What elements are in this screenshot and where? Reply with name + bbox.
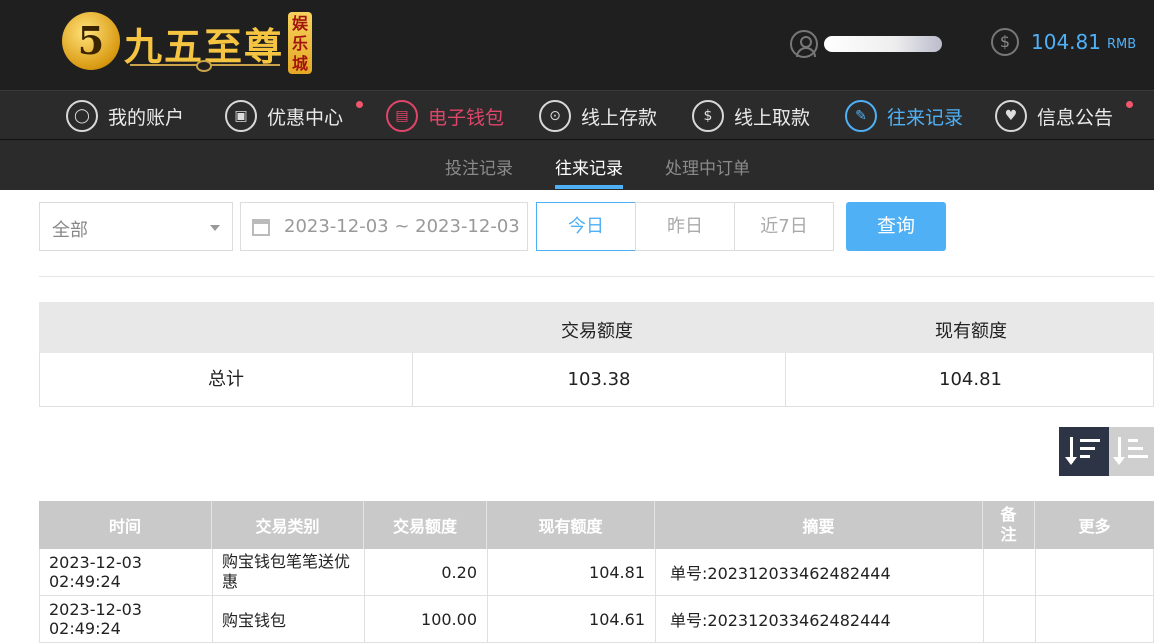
- nav-label: 电子钱包: [428, 106, 505, 129]
- withdraw-icon: $: [692, 100, 724, 132]
- cell-type: 购宝钱包笔笔送优惠: [213, 549, 365, 595]
- summary-header-trade: 交易额度: [561, 321, 633, 342]
- logo-ornament: [130, 60, 280, 72]
- main-nav: ◯ 我的账户 ▣ 优惠中心 ▤ 电子钱包 ⊙ 线上存款 $ 线上取款 ✎ 往来记…: [0, 90, 1154, 140]
- cell-note: [984, 549, 1036, 595]
- cell-time: 2023-12-03 02:49:24: [40, 596, 213, 642]
- cell-balance: 104.61: [488, 596, 656, 642]
- summary-header-current: 现有额度: [935, 321, 1007, 342]
- cell-summary: 单号:202312033462482444: [656, 596, 984, 642]
- divider: [39, 276, 1154, 277]
- wallet-icon: ▤: [386, 100, 418, 132]
- bell-icon: ♥: [995, 100, 1027, 132]
- th-note: 备注: [983, 501, 1035, 549]
- balance-amount: 104.81: [1031, 30, 1101, 54]
- summary-header: 交易额度 现有额度: [39, 302, 1154, 353]
- summary-trade-amount: 103.38: [413, 353, 786, 406]
- th-time: 时间: [39, 501, 212, 549]
- avatar-icon: [790, 30, 818, 58]
- cell-amount: 0.20: [365, 549, 488, 595]
- type-select[interactable]: 全部: [39, 202, 233, 251]
- deposit-icon: ⊙: [539, 100, 571, 132]
- subtab-bet-records[interactable]: 投注记录: [445, 154, 513, 179]
- announcements-notification-dot: [1126, 101, 1133, 108]
- sort-desc-button[interactable]: [1059, 427, 1109, 476]
- masked-username: [824, 36, 942, 52]
- today-button[interactable]: 今日: [536, 202, 636, 251]
- nav-announcements[interactable]: ♥ 信息公告: [995, 100, 1113, 132]
- balance-currency: RMB: [1106, 36, 1137, 52]
- logo-number: 5: [62, 12, 120, 70]
- user-icon: ◯: [66, 100, 98, 132]
- chevron-down-icon: [210, 225, 220, 231]
- active-tab-underline: [555, 185, 623, 189]
- calendar-icon: [252, 219, 270, 236]
- nav-records[interactable]: ✎ 往来记录: [845, 100, 963, 132]
- table-row: 2023-12-03 02:49:24 购宝钱包笔笔送优惠 0.20 104.8…: [39, 549, 1154, 596]
- nav-label: 线上取款: [734, 106, 811, 129]
- summary-total-label: 总计: [40, 353, 413, 406]
- th-summary: 摘要: [655, 501, 983, 549]
- nav-promotions[interactable]: ▣ 优惠中心: [225, 100, 343, 132]
- subtab-pending-orders[interactable]: 处理中订单: [665, 154, 750, 179]
- balance-display: $ 104.81 RMB: [991, 28, 1136, 56]
- cell-time: 2023-12-03 02:49:24: [40, 549, 213, 595]
- date-range-input[interactable]: 2023-12-03 ~ 2023-12-03: [240, 202, 528, 251]
- summary-row: 总计 103.38 104.81: [39, 353, 1154, 407]
- th-type: 交易类别: [212, 501, 364, 549]
- nav-withdraw[interactable]: $ 线上取款: [692, 100, 810, 132]
- nav-label: 优惠中心: [267, 106, 344, 129]
- records-icon: ✎: [845, 100, 877, 132]
- summary-current-amount: 104.81: [939, 369, 1002, 390]
- subtab-label: 往来记录: [555, 159, 623, 179]
- gift-icon: ▣: [225, 100, 257, 132]
- yesterday-button[interactable]: 昨日: [635, 202, 735, 251]
- table-row: 2023-12-03 02:49:24 购宝钱包 100.00 104.61 单…: [39, 596, 1154, 643]
- th-amount: 交易额度: [364, 501, 487, 549]
- sort-desc-icon: [1065, 437, 1101, 467]
- nav-label: 信息公告: [1037, 106, 1114, 129]
- type-select-value: 全部: [52, 220, 88, 241]
- nav-e-wallet[interactable]: ▤ 电子钱包: [386, 100, 504, 132]
- last-7-days-button[interactable]: 近7日: [734, 202, 834, 251]
- cell-summary: 单号:202312033462482444: [656, 549, 984, 595]
- nav-label: 我的账户: [108, 106, 185, 129]
- sub-nav: 投注记录 往来记录 处理中订单: [0, 140, 1154, 190]
- cell-more[interactable]: [1036, 596, 1154, 642]
- sort-asc-button[interactable]: [1109, 427, 1154, 476]
- coin-icon: $: [991, 28, 1019, 56]
- cell-amount: 100.00: [365, 596, 488, 642]
- user-account[interactable]: [790, 30, 942, 58]
- top-header: 5 九五至尊 娱乐城 $ 104.81 RMB: [0, 0, 1154, 90]
- cell-more[interactable]: [1036, 549, 1154, 595]
- cell-type: 购宝钱包: [213, 596, 365, 642]
- date-range-value: 2023-12-03 ~ 2023-12-03: [284, 216, 520, 237]
- sort-asc-icon: [1113, 437, 1149, 467]
- subtab-transaction-records[interactable]: 往来记录: [555, 154, 623, 189]
- th-balance: 现有额度: [487, 501, 655, 549]
- cell-balance: 104.81: [488, 549, 656, 595]
- th-more: 更多: [1078, 517, 1111, 536]
- nav-my-account[interactable]: ◯ 我的账户: [66, 100, 184, 132]
- cell-note: [984, 596, 1036, 642]
- nav-label: 往来记录: [887, 106, 964, 129]
- records-table-header: 时间 交易类别 交易额度 现有额度 摘要 备注 更多: [39, 501, 1154, 549]
- brand-logo[interactable]: 5 九五至尊 娱乐城: [62, 10, 314, 76]
- nav-label: 线上存款: [581, 106, 658, 129]
- query-button[interactable]: 查询: [846, 202, 946, 251]
- nav-deposit[interactable]: ⊙ 线上存款: [539, 100, 657, 132]
- promotions-notification-dot: [356, 101, 363, 108]
- brand-badge: 娱乐城: [288, 12, 312, 74]
